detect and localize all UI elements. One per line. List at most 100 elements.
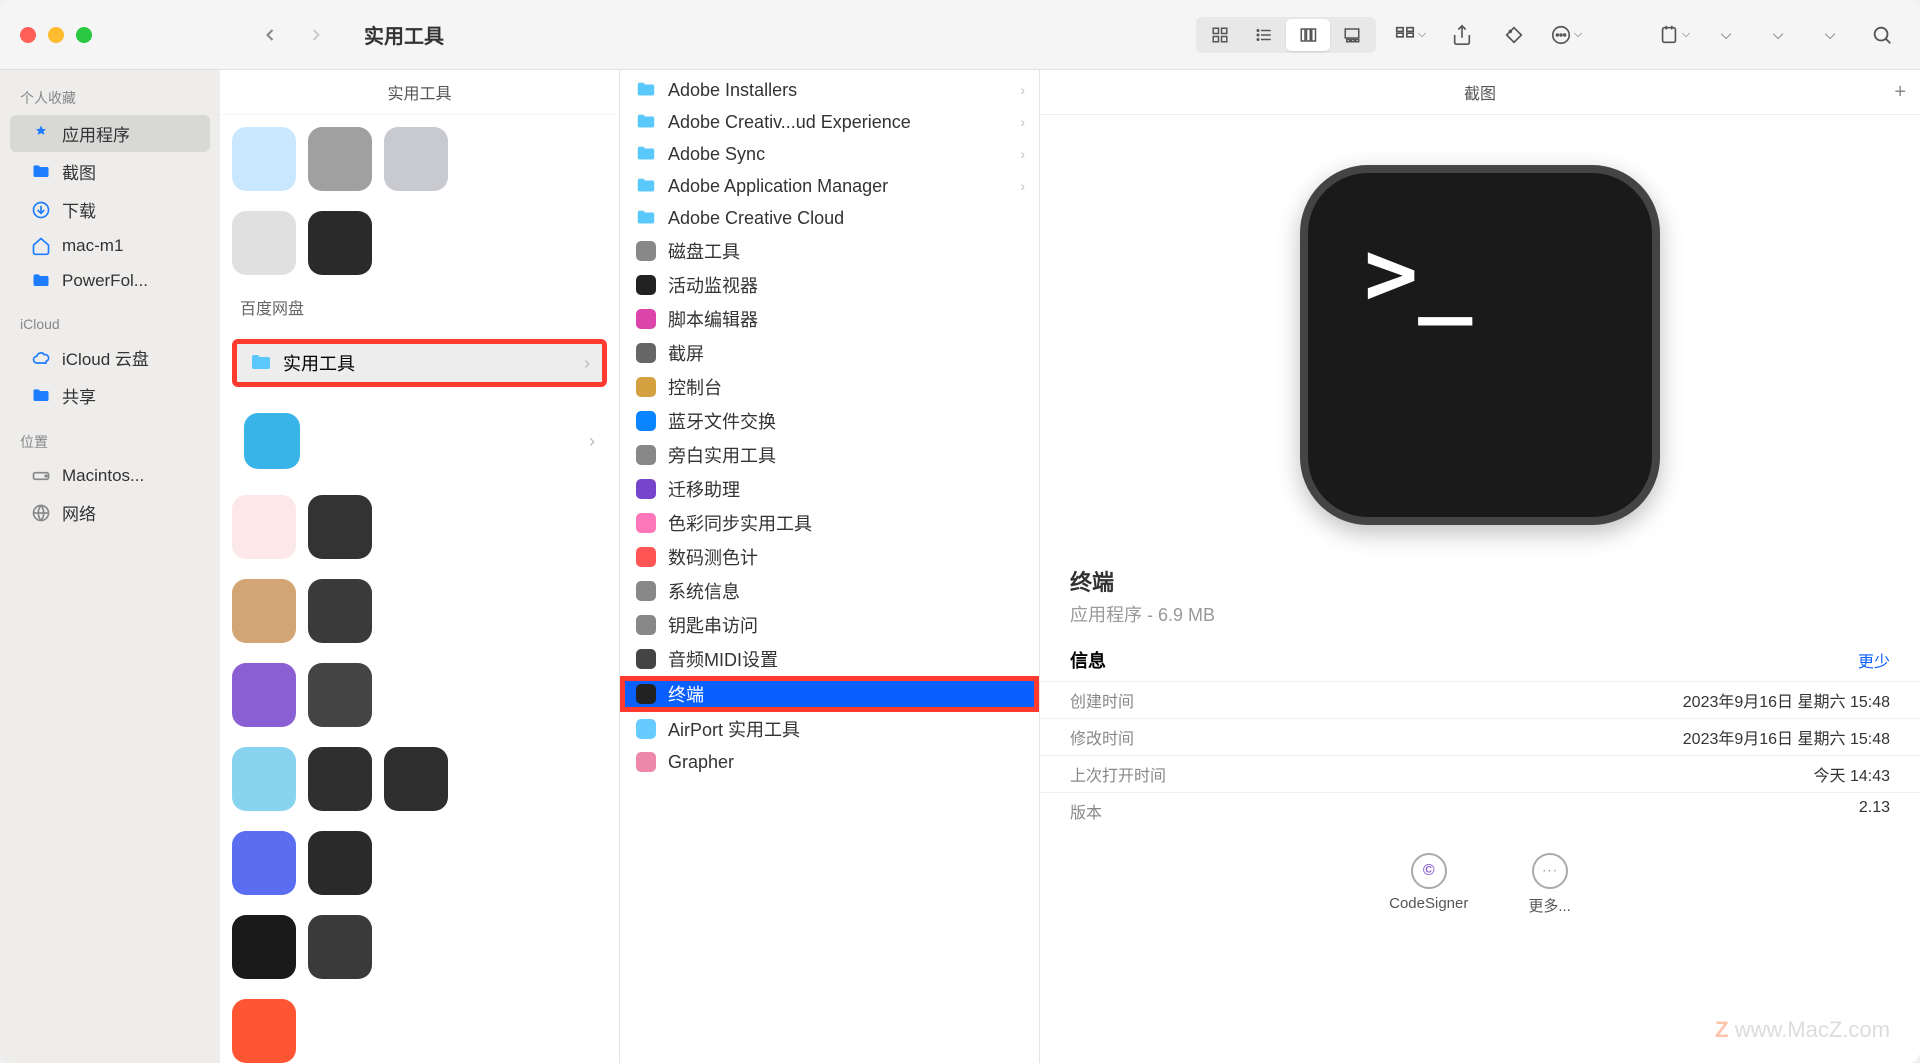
sidebar-item-screenshots[interactable]: 截图 xyxy=(10,153,210,190)
list-item-adobe-sync[interactable]: Adobe Sync› xyxy=(620,138,1039,170)
list-item-label: 终端 xyxy=(668,681,704,707)
folder-icon xyxy=(634,174,658,198)
folder-utilities-selected[interactable]: 实用工具 › xyxy=(232,339,607,387)
list-item----[interactable]: 控制台 xyxy=(620,370,1039,404)
list-item-------[interactable]: 蓝牙文件交换 xyxy=(620,404,1039,438)
share-button[interactable] xyxy=(1444,17,1480,53)
search-button[interactable] xyxy=(1864,17,1900,53)
list-item---[interactable]: 截屏 xyxy=(620,336,1039,370)
sidebar-section-locations: 位置 xyxy=(0,426,220,458)
view-list-button[interactable] xyxy=(1242,19,1286,51)
list-item-label: 活动监视器 xyxy=(668,272,758,298)
list-item-label: 截屏 xyxy=(668,340,704,366)
app-row[interactable] xyxy=(232,999,607,1063)
sidebar-label: iCloud 云盘 xyxy=(62,345,149,370)
sidebar-item-network[interactable]: 网络 xyxy=(10,494,210,531)
list-item---------[interactable]: 色彩同步实用工具 xyxy=(620,506,1039,540)
list-item------[interactable]: 活动监视器 xyxy=(620,268,1039,302)
quick-action[interactable]: ···更多... xyxy=(1528,853,1571,916)
dropdown-2[interactable]: ⌵ xyxy=(1708,17,1744,53)
add-button[interactable]: + xyxy=(1894,81,1906,104)
sidebar-item-macintosh[interactable]: Macintos... xyxy=(10,459,210,493)
view-column-button[interactable] xyxy=(1286,19,1330,51)
app-icon xyxy=(634,375,658,399)
sidebar-item-downloads[interactable]: 下载 xyxy=(10,191,210,228)
list-item-label: 脚本编辑器 xyxy=(668,306,758,332)
app-row[interactable] xyxy=(232,495,607,559)
sidebar-section-icloud: iCloud xyxy=(0,310,220,338)
apps-icon xyxy=(30,123,52,145)
dropdown-1[interactable]: ⌵ xyxy=(1656,17,1692,53)
app-row[interactable]: › xyxy=(232,407,607,475)
app-icon xyxy=(634,613,658,637)
folder-icon xyxy=(249,351,273,375)
list-item-airport-----[interactable]: AirPort 实用工具 xyxy=(620,712,1039,746)
sidebar-item-icloud-drive[interactable]: iCloud 云盘 xyxy=(10,339,210,376)
info-value: 今天 14:43 xyxy=(1814,762,1891,786)
app-row[interactable] xyxy=(232,211,607,275)
column-1-header: 实用工具 xyxy=(220,70,619,115)
list-item-label: Adobe Application Manager xyxy=(668,176,888,197)
back-button[interactable] xyxy=(252,17,288,53)
list-item-----[interactable]: 磁盘工具 xyxy=(620,234,1039,268)
folder-icon xyxy=(30,161,52,183)
close-button[interactable] xyxy=(20,27,36,43)
app-icon xyxy=(634,443,658,467)
column-2: Adobe Installers›Adobe Creativ...ud Expe… xyxy=(620,70,1040,1063)
app-row[interactable] xyxy=(232,831,607,895)
info-label: 修改时间 xyxy=(1070,725,1134,749)
app-icon xyxy=(634,717,658,741)
list-item-adobe-creativ---ud-experience[interactable]: Adobe Creativ...ud Experience› xyxy=(620,106,1039,138)
minimize-button[interactable] xyxy=(48,27,64,43)
traffic-lights xyxy=(20,27,92,43)
action-button[interactable]: ⌵ xyxy=(1548,17,1584,53)
group-by-button[interactable]: ⌵ xyxy=(1392,17,1428,53)
app-row[interactable] xyxy=(232,663,607,727)
sidebar-item-shared[interactable]: 共享 xyxy=(10,377,210,414)
view-mode-group xyxy=(1196,17,1376,53)
list-item-----[interactable]: 迁移助理 xyxy=(620,472,1039,506)
list-item-adobe-installers[interactable]: Adobe Installers› xyxy=(620,74,1039,106)
maximize-button[interactable] xyxy=(76,27,92,43)
app-row[interactable] xyxy=(232,579,607,643)
tags-button[interactable] xyxy=(1496,17,1532,53)
app-row[interactable] xyxy=(232,127,607,191)
watermark: Z www.MacZ.com xyxy=(1715,1017,1890,1043)
sidebar-section-favorites: 个人收藏 xyxy=(0,82,220,114)
info-label: 上次打开时间 xyxy=(1070,762,1166,786)
app-icon xyxy=(634,273,658,297)
list-item-label: 磁盘工具 xyxy=(668,238,740,264)
sidebar-item-powerfolder[interactable]: PowerFol... xyxy=(10,264,210,298)
list-item-label: Grapher xyxy=(668,752,734,773)
sidebar-item-applications[interactable]: 应用程序 xyxy=(10,115,210,152)
dropdown-3[interactable]: ⌵ xyxy=(1760,17,1796,53)
list-item------[interactable]: 钥匙串访问 xyxy=(620,608,1039,642)
sidebar-item-home[interactable]: mac-m1 xyxy=(10,229,210,263)
list-item-------[interactable]: 旁白实用工具 xyxy=(620,438,1039,472)
preview-app-name: 终端 xyxy=(1070,565,1890,597)
disk-icon xyxy=(30,465,52,487)
app-row[interactable] xyxy=(232,747,607,811)
list-item-label: 系统信息 xyxy=(668,578,740,604)
list-item-label: Adobe Creativ...ud Experience xyxy=(668,112,911,133)
list-item------[interactable]: 数码测色计 xyxy=(620,540,1039,574)
list-item-----[interactable]: 系统信息 xyxy=(620,574,1039,608)
list-item-grapher[interactable]: Grapher xyxy=(620,746,1039,778)
list-item---midi--[interactable]: 音频MIDI设置 xyxy=(620,642,1039,676)
app-row[interactable] xyxy=(232,915,607,979)
list-item------[interactable]: 脚本编辑器 xyxy=(620,302,1039,336)
info-label: 创建时间 xyxy=(1070,688,1134,712)
list-item-adobe-application-manager[interactable]: Adobe Application Manager› xyxy=(620,170,1039,202)
view-gallery-button[interactable] xyxy=(1330,19,1374,51)
forward-button[interactable] xyxy=(298,17,334,53)
list-item-adobe-creative-cloud[interactable]: Adobe Creative Cloud xyxy=(620,202,1039,234)
show-less-button[interactable]: 更少 xyxy=(1858,648,1890,672)
view-icon-button[interactable] xyxy=(1198,19,1242,51)
dropdown-4[interactable]: ⌵ xyxy=(1812,17,1848,53)
app-icon xyxy=(634,511,658,535)
list-item---[interactable]: 终端 xyxy=(620,676,1039,712)
app-icon xyxy=(634,579,658,603)
titlebar: 实用工具 ⌵ ⌵ ⌵ ⌵ ⌵ ⌵ xyxy=(0,0,1920,70)
folder-icon xyxy=(634,206,658,230)
quick-action[interactable]: ©CodeSigner xyxy=(1389,853,1468,916)
